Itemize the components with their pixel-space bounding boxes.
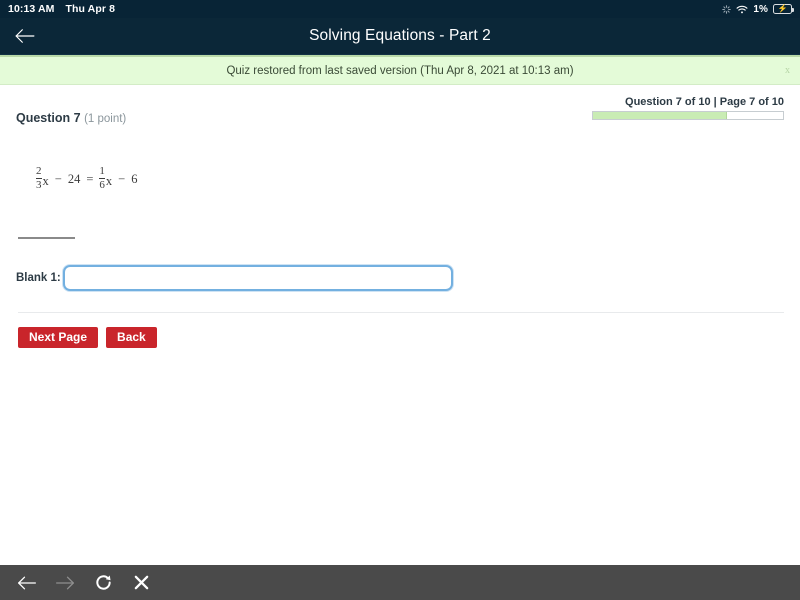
flash-banner-message: Quiz restored from last saved version (T… (226, 65, 573, 77)
status-bar: 10:13 AM Thu Apr 8 (0, 0, 800, 18)
navigation-buttons: Next Page Back (18, 327, 784, 348)
fraction-right-numerator: 1 (99, 166, 105, 178)
question-points: (1 point) (84, 113, 126, 125)
page-title: Solving Equations - Part 2 (0, 27, 800, 45)
wifi-icon (736, 5, 748, 14)
back-button[interactable]: Back (106, 327, 157, 348)
answer-row: Blank 1: (16, 265, 784, 291)
equation: 2 3 x − 24 = 1 6 x − 6 (36, 167, 784, 192)
question-progress-label: Question 7 of 10 | Page 7 of 10 (592, 96, 784, 108)
equation-right-operator: − (118, 172, 125, 187)
spinner-icon (722, 5, 731, 14)
blank-1-input[interactable] (63, 265, 453, 291)
equation-right-constant: 6 (131, 172, 137, 187)
flash-banner: Quiz restored from last saved version (T… (0, 55, 800, 85)
status-bar-right: 1% ⚡ (722, 4, 792, 15)
app-screen: 10:13 AM Thu Apr 8 (0, 0, 800, 600)
back-arrow-icon[interactable] (12, 25, 38, 47)
fraction-right-denominator: 6 (99, 178, 105, 191)
equation-left-constant: 24 (68, 172, 81, 187)
next-page-button[interactable]: Next Page (18, 327, 98, 348)
battery-percent-label: 1% (753, 4, 768, 15)
fraction-left: 2 3 (36, 166, 42, 191)
app-bar: Solving Equations - Part 2 (0, 18, 800, 55)
divider (18, 312, 784, 313)
progress-bar-fill (593, 112, 727, 119)
stop-icon[interactable] (131, 573, 151, 593)
fraction-left-denominator: 3 (36, 178, 42, 191)
forward-arrow-icon[interactable] (55, 573, 75, 593)
answer-rule (18, 237, 75, 239)
fraction-right: 1 6 (99, 166, 105, 191)
close-icon[interactable]: x (785, 66, 790, 76)
status-bar-left: 10:13 AM Thu Apr 8 (8, 3, 115, 15)
status-bar-time: 10:13 AM (8, 3, 55, 15)
question-number: Question 7 (16, 111, 81, 125)
equation-left-operator: − (55, 172, 62, 187)
status-bar-date: Thu Apr 8 (66, 3, 116, 15)
quiz-content: Question 7 of 10 | Page 7 of 10 Question… (0, 85, 800, 348)
back-arrow-icon[interactable] (17, 573, 37, 593)
equation-relation: = (86, 172, 93, 187)
progress-bar (592, 111, 784, 120)
equation-left-variable: x (43, 174, 49, 189)
bottom-toolbar (0, 565, 800, 600)
blank-label: Blank 1: (16, 272, 61, 284)
equation-right-variable: x (106, 174, 112, 189)
reload-icon[interactable] (93, 573, 113, 593)
fraction-left-numerator: 2 (36, 166, 42, 178)
battery-charging-icon: ⚡ (773, 4, 792, 14)
question-progress: Question 7 of 10 | Page 7 of 10 (592, 96, 784, 120)
